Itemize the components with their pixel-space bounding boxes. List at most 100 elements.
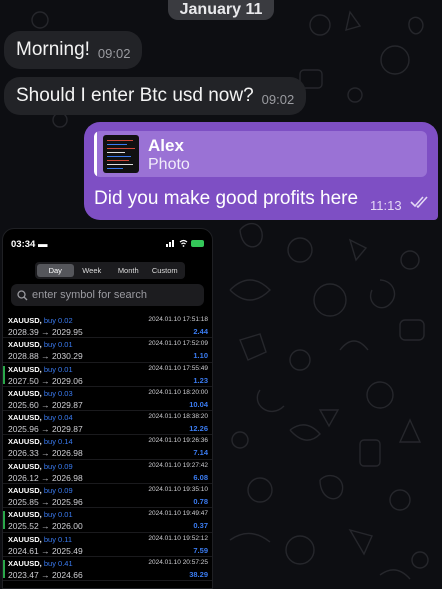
trade-profit: 0.78	[193, 497, 208, 507]
trade-side: buy 0.09	[43, 486, 73, 496]
trade-profit: 12.26	[189, 424, 208, 434]
signal-icon	[166, 240, 174, 247]
reply-quote[interactable]: Alex Photo	[94, 131, 427, 177]
trade-side: buy 0.01	[43, 510, 73, 520]
trade-symbol: XAUUSD, buy 0.11	[8, 534, 73, 544]
trade-prices: 2025.85 → 2025.96	[8, 497, 83, 508]
trade-symbol: XAUUSD, buy 0.01	[8, 340, 73, 350]
trade-profit: 1.23	[193, 375, 208, 385]
trade-datetime: 2024.01.10 19:26:36	[148, 437, 208, 445]
trade-datetime: 2024.01.10 18:20:00	[148, 388, 208, 396]
trade-prices: 2028.88 → 2030.29	[8, 351, 83, 362]
trade-datetime: 2024.01.10 19:49:47	[148, 510, 208, 518]
trade-prices: 2025.52 → 2026.00	[8, 521, 83, 532]
trade-side: buy 0.09	[43, 461, 73, 471]
reply-photo-thumbnail	[103, 135, 139, 173]
trade-profit: 0.37	[193, 521, 208, 531]
trade-prices: 2023.47 → 2024.66	[8, 569, 83, 580]
trade-side: buy 0.02	[43, 316, 73, 325]
trade-row[interactable]: XAUUSD, buy 0.11 2024.61 → 2025.49 2024.01…	[3, 533, 212, 557]
status-time: 03:34 ▬	[11, 239, 48, 250]
status-icons	[166, 239, 204, 247]
message-text: Did you make good profits here	[94, 188, 359, 209]
trade-symbol: XAUUSD, buy 0.03	[8, 388, 73, 398]
trade-symbol: XAUUSD, buy 0.01	[8, 364, 73, 374]
reply-accent-bar	[94, 131, 97, 177]
trade-symbol: XAUUSD, buy 0.02	[8, 316, 73, 325]
trade-datetime: 2024.01.10 19:27:42	[148, 461, 208, 469]
trade-side: buy 0.01	[43, 340, 73, 350]
symbol-search-input[interactable]: enter symbol for search	[11, 284, 204, 306]
trade-side: buy 0.41	[43, 558, 73, 568]
trade-row[interactable]: XAUUSD, buy 0.04 2025.96 → 2029.87 2024.01…	[3, 411, 212, 436]
trade-prices: 2025.96 → 2029.87	[8, 424, 83, 435]
trade-side: buy 0.04	[43, 413, 73, 423]
trade-prices: 2025.60 → 2029.87	[8, 399, 83, 410]
trade-row[interactable]: XAUUSD, buy 0.01 2025.52 → 2026.00 2024.01…	[3, 508, 212, 533]
trade-profit: 7.59	[193, 545, 208, 555]
double-check-icon	[410, 196, 428, 208]
trade-datetime: 2024.01.10 20:57:25	[148, 558, 208, 566]
trade-datetime: 2024.01.10 17:52:09	[148, 340, 208, 348]
trade-history-photo[interactable]: 03:34 ▬ Day Week Month Custom enter symb…	[2, 228, 213, 589]
trade-row[interactable]: XAUUSD, buy 0.03 2025.60 → 2029.87 2024.01…	[3, 387, 212, 412]
outgoing-message-bubble[interactable]: Alex Photo Did you make good profits her…	[84, 122, 438, 220]
date-separator: January 11	[168, 0, 274, 20]
search-icon	[17, 289, 28, 300]
trade-side: buy 0.11	[43, 534, 73, 544]
period-tabs: Day Week Month Custom	[35, 262, 185, 279]
message-time: 09:02	[97, 46, 131, 61]
tab-week[interactable]: Week	[74, 264, 111, 277]
trade-list: XAUUSD, buy 0.02 2028.39 → 2029.95 2024.01…	[3, 314, 212, 582]
trade-side: buy 0.01	[43, 364, 73, 374]
message-time: 11:13	[370, 198, 402, 213]
tab-custom[interactable]: Custom	[147, 264, 184, 277]
trade-datetime: 2024.01.10 19:35:10	[148, 486, 208, 494]
trade-symbol: XAUUSD, buy 0.09	[8, 461, 73, 471]
tab-day[interactable]: Day	[37, 264, 74, 277]
trade-row[interactable]: XAUUSD, buy 0.02 2028.39 → 2029.95 2024.01…	[3, 314, 212, 339]
trade-row[interactable]: XAUUSD, buy 0.09 2025.85 → 2025.96 2024.01…	[3, 484, 212, 509]
message-text: Morning!	[16, 39, 90, 60]
trade-datetime: 2024.01.10 19:52:12	[148, 534, 208, 542]
trade-row[interactable]: XAUUSD, buy 0.09 2026.12 → 2026.98 2024.01…	[3, 460, 212, 485]
trade-profit: 10.04	[189, 399, 208, 409]
trade-side: buy 0.03	[43, 388, 73, 398]
trade-profit: 7.14	[193, 448, 208, 458]
incoming-message-bubble[interactable]: Morning! 09:02	[4, 31, 143, 69]
trade-row[interactable]: XAUUSD, buy 0.14 2026.33 → 2026.98 2024.01…	[3, 435, 212, 460]
trade-symbol: XAUUSD, buy 0.09	[8, 486, 73, 496]
message-time: 09:02	[261, 92, 295, 107]
trade-symbol: XAUUSD, buy 0.14	[8, 437, 73, 447]
trade-symbol: XAUUSD, buy 0.01	[8, 510, 73, 520]
search-placeholder: enter symbol for search	[32, 289, 147, 301]
trade-prices: 2026.33 → 2026.98	[8, 448, 83, 459]
tab-month[interactable]: Month	[110, 264, 147, 277]
trade-row[interactable]: XAUUSD, buy 0.01 2027.50 → 2029.06 2024.01…	[3, 363, 212, 387]
trade-marker	[3, 511, 5, 530]
trade-profit: 6.08	[193, 472, 208, 482]
trade-row[interactable]: XAUUSD, buy 0.01 2028.88 → 2030.29 2024.01…	[3, 338, 212, 363]
trade-profit: 38.29	[189, 569, 208, 579]
trade-side: buy 0.14	[43, 437, 73, 447]
trade-prices: 2024.61 → 2025.49	[8, 545, 83, 556]
trade-marker	[3, 559, 5, 578]
message-text: Should I enter Btc usd now?	[16, 85, 254, 106]
trade-datetime: 2024.01.10 18:38:20	[148, 413, 208, 421]
wifi-icon	[179, 239, 188, 247]
trade-prices: 2026.12 → 2026.98	[8, 472, 83, 483]
trade-datetime: 2024.01.10 17:51:18	[148, 316, 208, 323]
incoming-message-bubble[interactable]: Should I enter Btc usd now? 09:02	[4, 77, 307, 115]
trade-profit: 2.44	[193, 327, 208, 336]
battery-icon	[191, 239, 204, 247]
trade-profit: 1.10	[193, 351, 208, 361]
trade-prices: 2027.50 → 2029.06	[8, 375, 83, 386]
trade-datetime: 2024.01.10 17:55:49	[148, 364, 208, 372]
reply-type-label: Photo	[148, 156, 190, 173]
trade-symbol: XAUUSD, buy 0.41	[8, 558, 73, 568]
trade-prices: 2028.39 → 2029.95	[8, 327, 83, 337]
trade-marker	[3, 365, 5, 384]
trade-symbol: XAUUSD, buy 0.04	[8, 413, 73, 423]
trade-row[interactable]: XAUUSD, buy 0.41 2023.47 → 2024.66 2024.01…	[3, 557, 212, 582]
reply-sender-name: Alex	[148, 136, 184, 155]
